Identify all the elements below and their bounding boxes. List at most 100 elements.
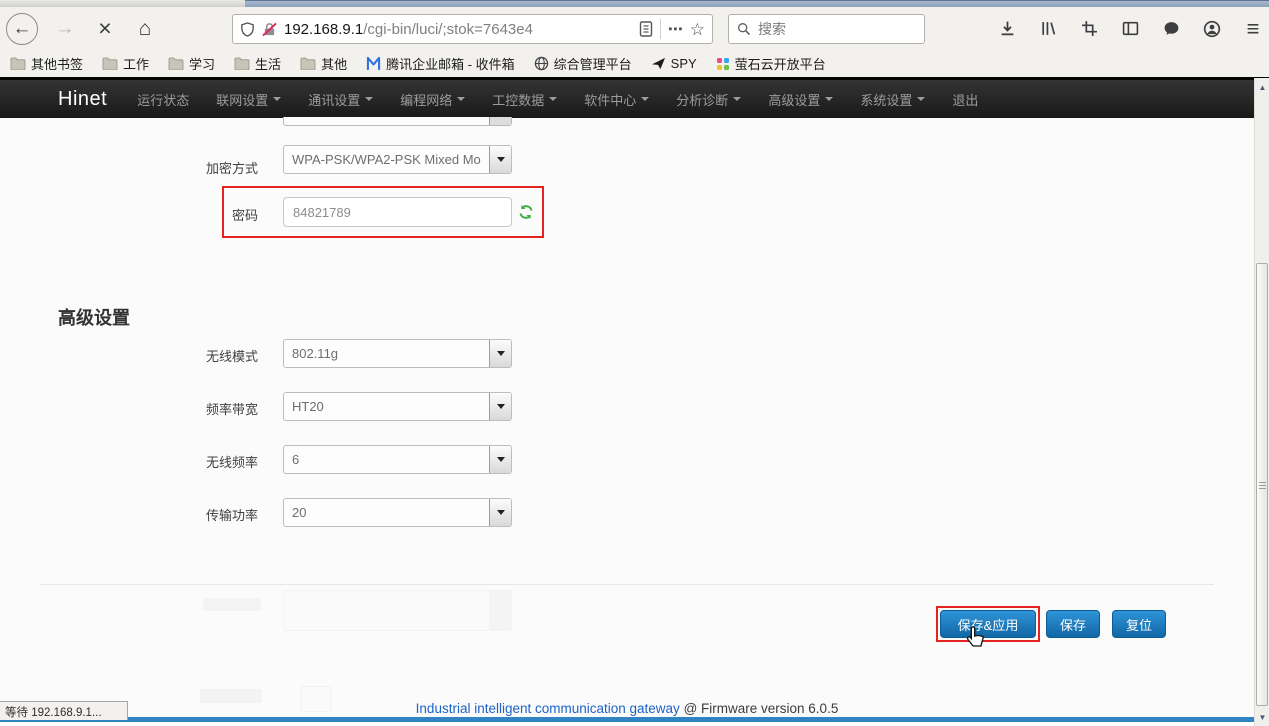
screenshot-icon[interactable] <box>1079 19 1099 39</box>
bookmark-label: 学习 <box>189 54 215 73</box>
bookmark-label: 腾讯企业邮箱 - 收件箱 <box>386 54 515 73</box>
chevron-down-icon <box>641 97 649 101</box>
password-input[interactable] <box>283 197 512 227</box>
download-icon[interactable] <box>997 19 1017 39</box>
bookmark-label: 工作 <box>123 54 149 73</box>
folder-icon <box>168 57 184 70</box>
stop-button[interactable]: × <box>92 16 118 42</box>
footer-white-gap <box>0 722 1254 726</box>
reset-button[interactable]: 复位 <box>1112 610 1166 638</box>
clipped-field <box>283 117 512 126</box>
insecure-lock-icon[interactable] <box>262 22 277 37</box>
nav-item-logout[interactable]: 退出 <box>952 90 978 109</box>
chevron-down-icon <box>273 97 281 101</box>
scrollbar-grip <box>1259 482 1266 491</box>
nav-item-advanced[interactable]: 高级设置 <box>768 90 833 109</box>
nav-item-diagnosis[interactable]: 分析诊断 <box>676 90 741 109</box>
nav-item-programming[interactable]: 编程网络 <box>400 90 465 109</box>
urlbar-divider <box>660 19 661 39</box>
bookmark-spy[interactable]: SPY <box>651 56 697 71</box>
tx-power-select[interactable]: 20 <box>283 498 512 527</box>
bookmark-exmail[interactable]: 腾讯企业邮箱 - 收件箱 <box>366 54 515 73</box>
globe-icon <box>534 56 549 71</box>
bookmark-label: 其他 <box>321 54 347 73</box>
url-bar[interactable]: 192.168.9.1/cgi-bin/luci/;stok=7643e4 ⋯ … <box>232 14 713 44</box>
brand-logo[interactable]: Hinet <box>58 88 107 111</box>
bookmark-work-folder[interactable]: 工作 <box>102 54 149 73</box>
save-button[interactable]: 保存 <box>1046 610 1100 638</box>
scroll-up-icon[interactable]: ▲ <box>1255 80 1269 94</box>
nav-item-industrial-data[interactable]: 工控数据 <box>492 90 557 109</box>
page-actions-icon[interactable]: ⋯ <box>668 22 683 37</box>
chevron-down-icon <box>365 97 373 101</box>
bookmark-other-folder[interactable]: 其他书签 <box>10 54 83 73</box>
bookmark-label: 生活 <box>255 54 281 73</box>
scrollbar-thumb[interactable] <box>1256 263 1268 706</box>
account-icon[interactable] <box>1202 19 1222 39</box>
url-text[interactable]: 192.168.9.1/cgi-bin/luci/;stok=7643e4 <box>284 21 632 38</box>
library-icon[interactable] <box>1038 19 1058 39</box>
field-label-wireless-mode: 无线模式 <box>98 346 258 365</box>
footer-link[interactable]: Industrial intelligent communication gat… <box>416 701 680 716</box>
refresh-icon[interactable] <box>518 204 534 220</box>
field-label-bandwidth: 频率带宽 <box>98 399 258 418</box>
nav-item-comm[interactable]: 通讯设置 <box>308 90 373 109</box>
select-arrow-icon[interactable] <box>489 340 511 367</box>
folder-icon <box>300 57 316 70</box>
field-label-tx-power: 传输功率 <box>98 505 258 524</box>
wireless-mode-select[interactable]: 802.11g <box>283 339 512 368</box>
nav-item-status[interactable]: 运行状态 <box>137 90 189 109</box>
status-text: 等待 192.168.9.1... <box>5 707 102 719</box>
chevron-down-icon <box>825 97 833 101</box>
url-domain: 192.168.9.1 <box>284 21 363 38</box>
ezviz-icon <box>716 57 730 71</box>
bookmark-star-icon[interactable]: ☆ <box>690 21 705 38</box>
firefox-window: ← → × ⌂ 192.168.9.1/cgi-bin/luci/;stok=7… <box>0 0 1269 726</box>
bookmark-life-folder[interactable]: 生活 <box>234 54 281 73</box>
folder-icon <box>234 57 250 70</box>
browser-toolbar: ← → × ⌂ 192.168.9.1/cgi-bin/luci/;stok=7… <box>0 7 1269 50</box>
search-bar[interactable] <box>728 14 925 44</box>
menu-icon[interactable]: ≡ <box>1243 19 1263 39</box>
chevron-down-icon <box>457 97 465 101</box>
forward-icon: → <box>56 18 75 40</box>
select-arrow-icon[interactable] <box>489 499 511 526</box>
bookmark-label: SPY <box>671 56 697 71</box>
bookmark-study-folder[interactable]: 学习 <box>168 54 215 73</box>
status-bar: 等待 192.168.9.1... <box>0 701 128 720</box>
nav-item-software[interactable]: 软件中心 <box>584 90 649 109</box>
select-arrow-icon[interactable] <box>489 146 511 173</box>
scrollbar[interactable]: ▲ ▼ <box>1254 78 1269 726</box>
bookmark-misc-folder[interactable]: 其他 <box>300 54 347 73</box>
shield-icon[interactable] <box>240 22 255 37</box>
back-icon: ← <box>13 18 32 40</box>
scroll-down-icon[interactable]: ▼ <box>1255 710 1269 724</box>
reader-mode-icon[interactable] <box>639 21 653 37</box>
folder-icon <box>102 57 118 70</box>
messenger-icon[interactable] <box>1161 19 1181 39</box>
folder-icon <box>10 57 26 70</box>
back-button[interactable]: ← <box>6 13 38 45</box>
page-footer: Industrial intelligent communication gat… <box>0 701 1254 716</box>
forward-button[interactable]: → <box>52 16 78 42</box>
home-button[interactable]: ⌂ <box>132 16 158 42</box>
select-arrow-icon[interactable] <box>489 446 511 473</box>
search-input[interactable] <box>758 21 916 37</box>
section-title: 高级设置 <box>58 304 130 330</box>
bookmark-ezviz[interactable]: 萤石云开放平台 <box>716 54 826 73</box>
nav-item-network[interactable]: 联网设置 <box>216 90 281 109</box>
nav-item-system[interactable]: 系统设置 <box>860 90 925 109</box>
sidebar-icon[interactable] <box>1120 19 1140 39</box>
divider-line <box>40 584 1214 585</box>
search-icon <box>737 22 751 36</box>
bookmark-mgmt-platform[interactable]: 综合管理平台 <box>534 54 632 73</box>
select-arrow-icon[interactable] <box>489 393 511 420</box>
bookmarks-bar: 其他书签 工作 学习 生活 其他 腾讯企业邮箱 - 收件箱 综合管理平台 SP <box>0 50 1269 77</box>
channel-select[interactable]: 6 <box>283 445 512 474</box>
bookmark-label: 其他书签 <box>31 54 83 73</box>
bandwidth-select[interactable]: HT20 <box>283 392 512 421</box>
browser-tab-strip <box>0 0 245 7</box>
save-apply-button[interactable]: 保存&应用 <box>940 610 1036 638</box>
url-path: /cgi-bin/luci/;stok=7643e4 <box>363 21 533 38</box>
encryption-select[interactable]: WPA-PSK/WPA2-PSK Mixed Mo <box>283 145 512 174</box>
